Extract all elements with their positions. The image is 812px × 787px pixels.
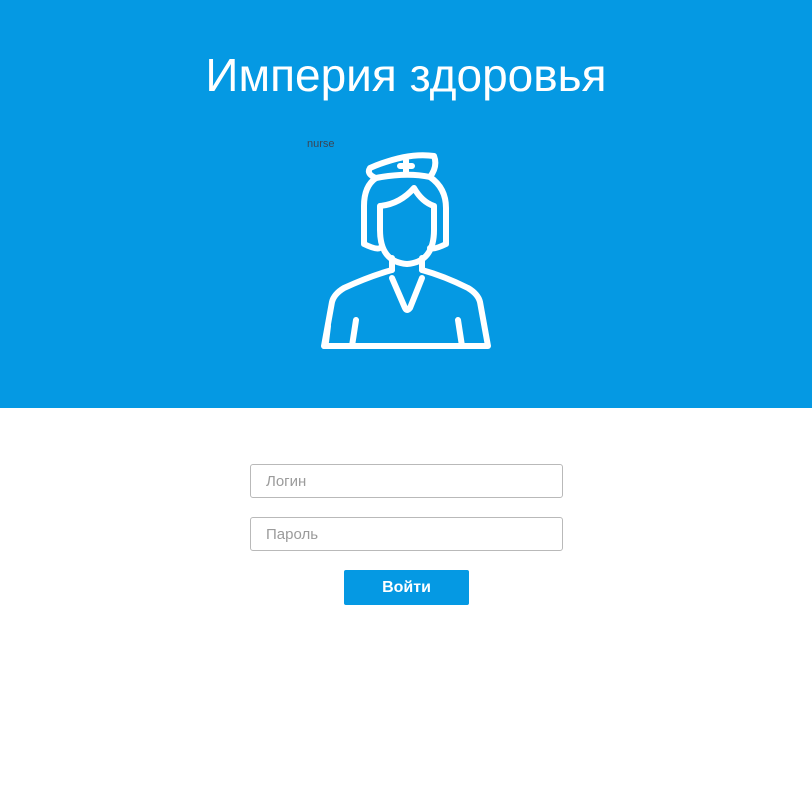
nurse-icon <box>321 152 491 349</box>
login-form: Войти <box>0 408 812 787</box>
password-field[interactable] <box>250 517 563 551</box>
login-button[interactable]: Войти <box>344 570 469 605</box>
login-field[interactable] <box>250 464 563 498</box>
header-banner: Империя здоровья nurse <box>0 0 812 408</box>
page-title: Империя здоровья <box>205 49 607 101</box>
